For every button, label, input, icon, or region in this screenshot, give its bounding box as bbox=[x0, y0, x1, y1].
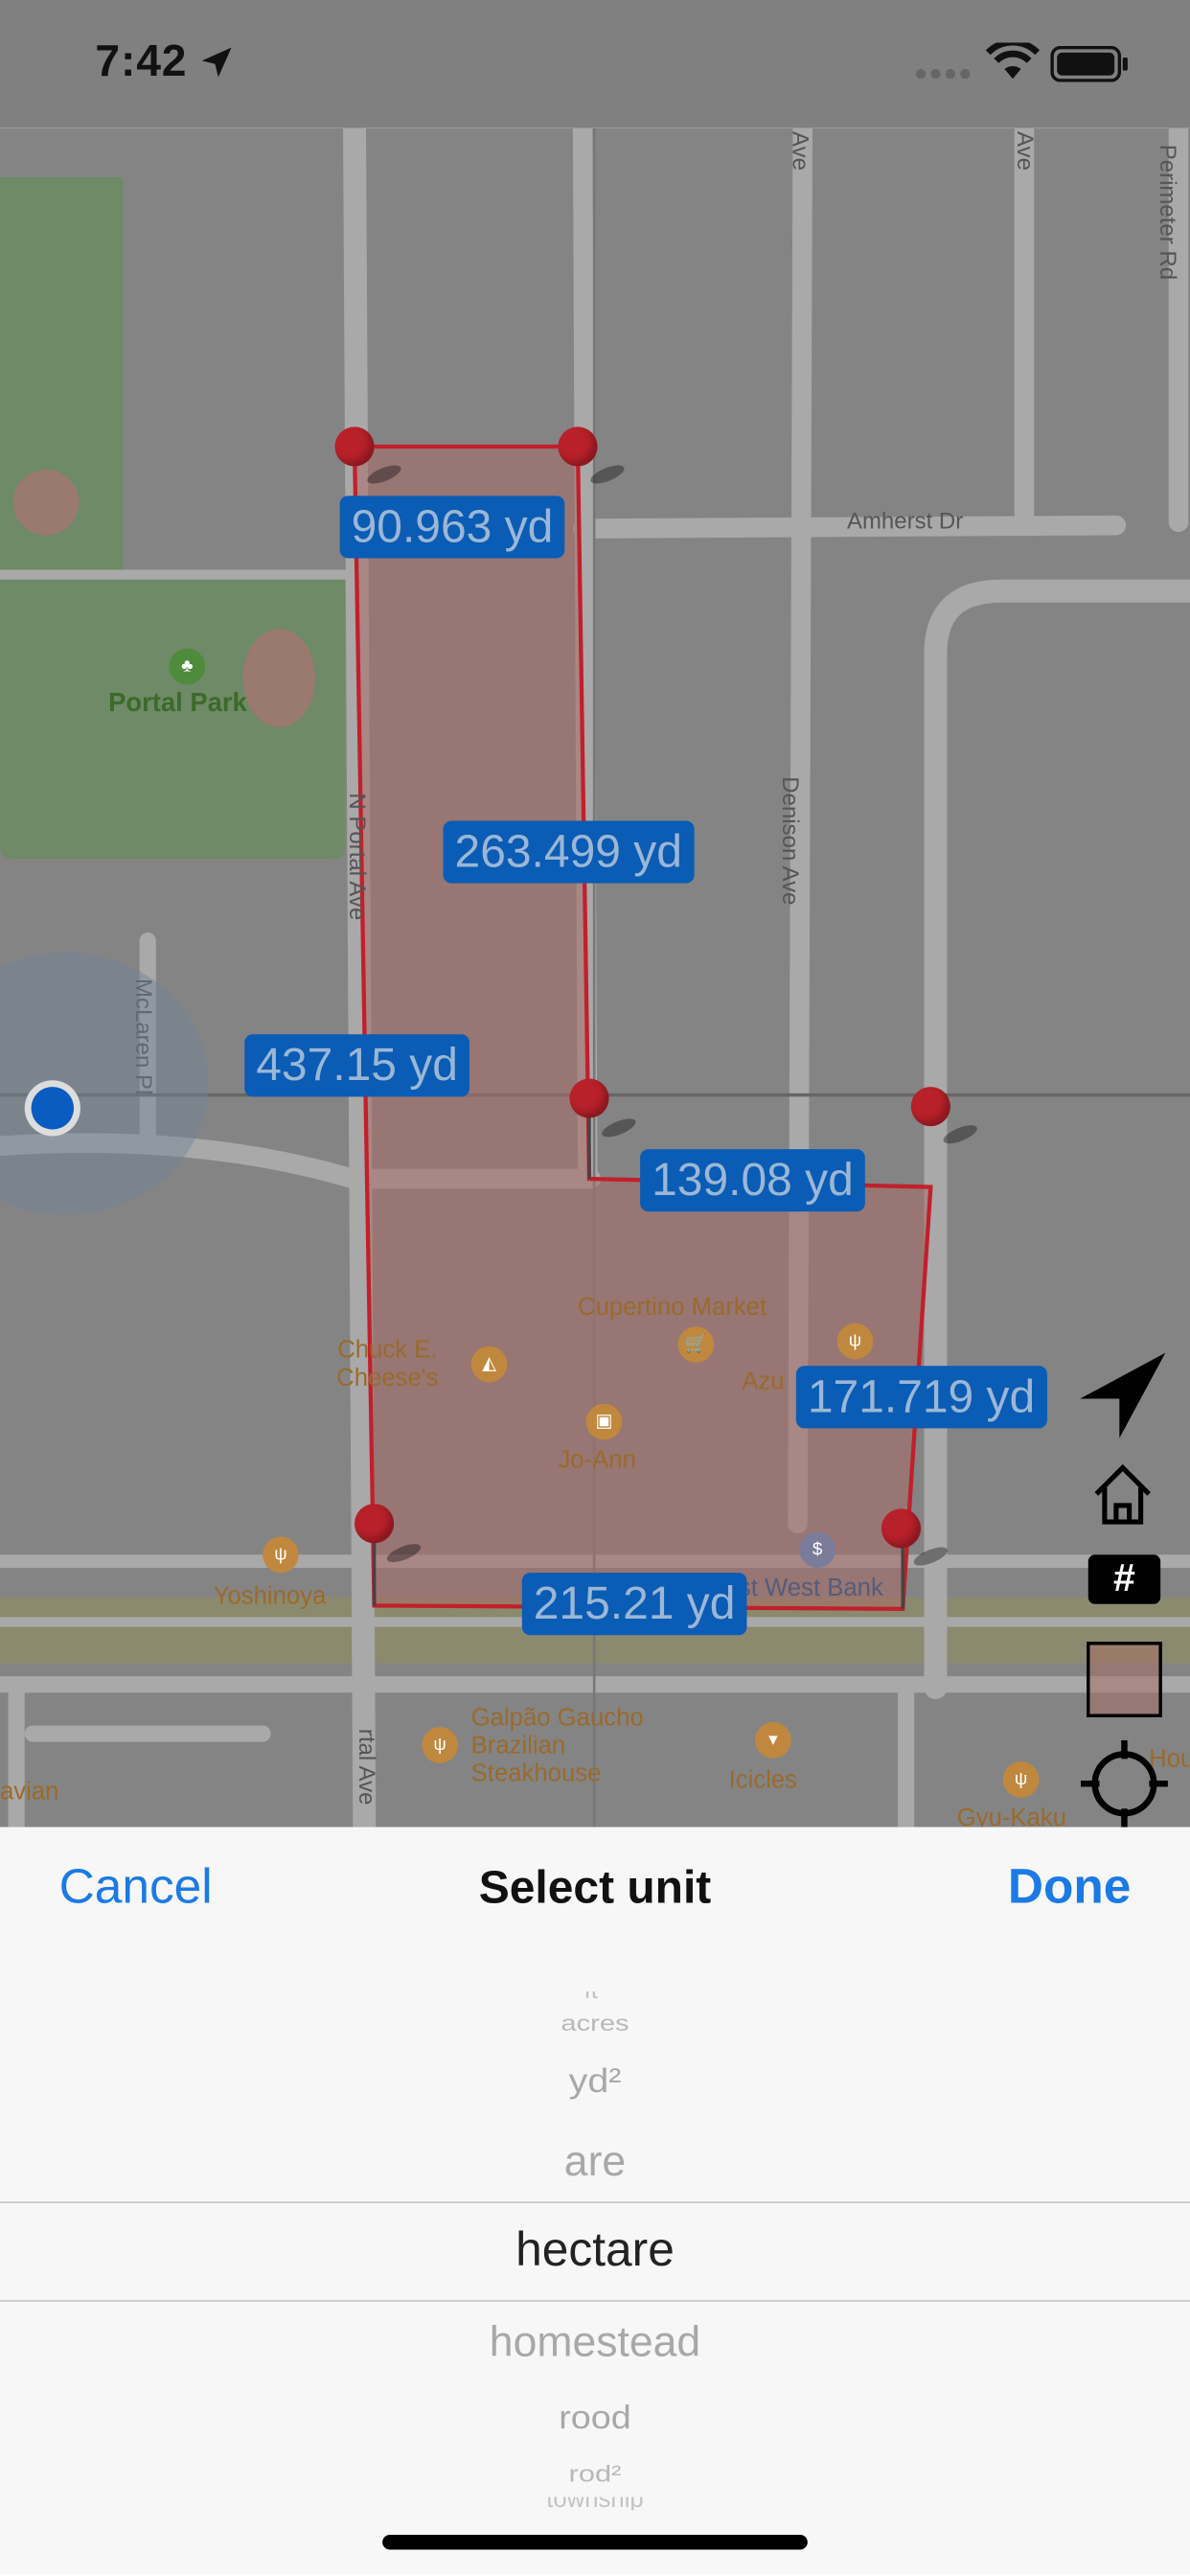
restaurant-icon: ψ bbox=[422, 1727, 458, 1763]
poi-gyu-kaku[interactable]: Gyu-Kaku bbox=[957, 1805, 1066, 1828]
restaurant-icon: ψ bbox=[263, 1536, 299, 1574]
location-services-icon bbox=[201, 47, 232, 78]
street-label-amherst: Amherst Dr bbox=[846, 507, 964, 534]
poi-azu[interactable]: Azu bbox=[742, 1368, 784, 1395]
polygon-pin[interactable] bbox=[881, 1508, 922, 1549]
bag-icon: ▣ bbox=[585, 1403, 623, 1440]
street-label-top-ave-1: Ave bbox=[788, 131, 814, 171]
measurement-label: 171.719 yd bbox=[795, 1366, 1047, 1429]
polygon-pin[interactable] bbox=[355, 1504, 395, 1544]
restaurant-icon: ψ bbox=[836, 1322, 874, 1360]
measurement-label: 215.21 yd bbox=[521, 1573, 747, 1636]
picker-option[interactable]: rod² bbox=[0, 2460, 1190, 2488]
ice-cream-icon: ▾ bbox=[755, 1722, 791, 1759]
picker-selection-bottom-line bbox=[0, 2300, 1190, 2302]
street-label-portal-bottom: rtal Ave bbox=[355, 1728, 381, 1806]
street-label-n-portal: N Portal Ave bbox=[344, 793, 372, 921]
poi-bavian[interactable]: avian bbox=[0, 1778, 58, 1806]
bank-icon: $ bbox=[799, 1531, 835, 1569]
status-time: 7:42 bbox=[95, 35, 188, 86]
park-icon: ♣ bbox=[169, 648, 206, 685]
restaurant-icon: ψ bbox=[1002, 1761, 1040, 1798]
map-view[interactable]: Amherst Dr Denison Ave McLaren Pl Perime… bbox=[0, 127, 1190, 1828]
done-button[interactable]: Done bbox=[1008, 1860, 1131, 1916]
crosshair-icon[interactable] bbox=[1079, 1739, 1171, 1828]
measurement-label: 263.499 yd bbox=[443, 820, 694, 884]
measurement-label: 437.15 yd bbox=[244, 1034, 469, 1097]
poi-yoshinoya[interactable]: Yoshinoya bbox=[214, 1582, 327, 1610]
navigation-arrow-icon[interactable] bbox=[1077, 1349, 1169, 1441]
poi-portal-park[interactable]: Portal Park bbox=[108, 690, 247, 718]
measurement-label: 90.963 yd bbox=[339, 495, 565, 559]
wifi-icon bbox=[985, 42, 1041, 80]
picker-option[interactable]: yd² bbox=[0, 2059, 1190, 2101]
poi-galpao-gaucho[interactable]: Galpão Gaucho Brazilian Steakhouse bbox=[471, 1704, 644, 1787]
square-icon[interactable] bbox=[1087, 1642, 1162, 1717]
polygon-pin[interactable] bbox=[558, 426, 598, 467]
shopping-cart-icon: 🛒 bbox=[677, 1326, 715, 1363]
user-location-dot bbox=[24, 1080, 80, 1137]
picker-option[interactable]: township bbox=[0, 2497, 1190, 2511]
measurement-label: 139.08 yd bbox=[640, 1149, 865, 1212]
picker-selection-top-line bbox=[0, 2201, 1190, 2203]
picker-option[interactable]: are bbox=[0, 2134, 1190, 2187]
unit-picker-wheel[interactable]: ft² acres yd² are hectare homestead rood… bbox=[0, 1975, 1190, 2533]
picker-option-selected[interactable]: hectare bbox=[0, 2221, 1190, 2281]
unit-picker-sheet: Cancel Select unit Done ft² acres yd² ar… bbox=[0, 1827, 1190, 2575]
poi-chuck-e-cheese[interactable]: Chuck E. Cheese's bbox=[336, 1336, 438, 1392]
poi-icicles[interactable]: Icicles bbox=[729, 1766, 797, 1794]
picker-option[interactable]: ft² bbox=[0, 1991, 1190, 2008]
picker-toolbar: Cancel Select unit Done bbox=[0, 1828, 1190, 1959]
polygon-pin[interactable] bbox=[910, 1087, 950, 1127]
battery-icon bbox=[1050, 45, 1128, 82]
cellular-signal-icon bbox=[915, 68, 971, 80]
street-label-perimeter: Perimeter Rd bbox=[1156, 144, 1182, 281]
home-icon[interactable] bbox=[1089, 1461, 1156, 1528]
polygon-pin[interactable] bbox=[569, 1078, 609, 1118]
status-bar: 7:42 bbox=[0, 0, 1190, 128]
pizza-icon: ◭ bbox=[470, 1346, 508, 1383]
street-label-top-ave-2: Ave bbox=[1012, 131, 1040, 171]
home-indicator[interactable] bbox=[382, 2535, 808, 2550]
picker-option[interactable]: rood bbox=[0, 2399, 1190, 2437]
poi-west-bank[interactable]: st West Bank bbox=[739, 1575, 883, 1602]
hash-icon[interactable]: # bbox=[1087, 1554, 1161, 1604]
picker-option[interactable]: homestead bbox=[0, 2314, 1190, 2367]
picker-option[interactable]: acres bbox=[0, 2012, 1190, 2037]
poi-cupertino-market[interactable]: Cupertino Market bbox=[578, 1294, 767, 1322]
street-label-denison: Denison Ave bbox=[778, 776, 805, 906]
poi-jo-ann[interactable]: Jo-Ann bbox=[558, 1446, 635, 1474]
polygon-pin[interactable] bbox=[334, 426, 375, 467]
